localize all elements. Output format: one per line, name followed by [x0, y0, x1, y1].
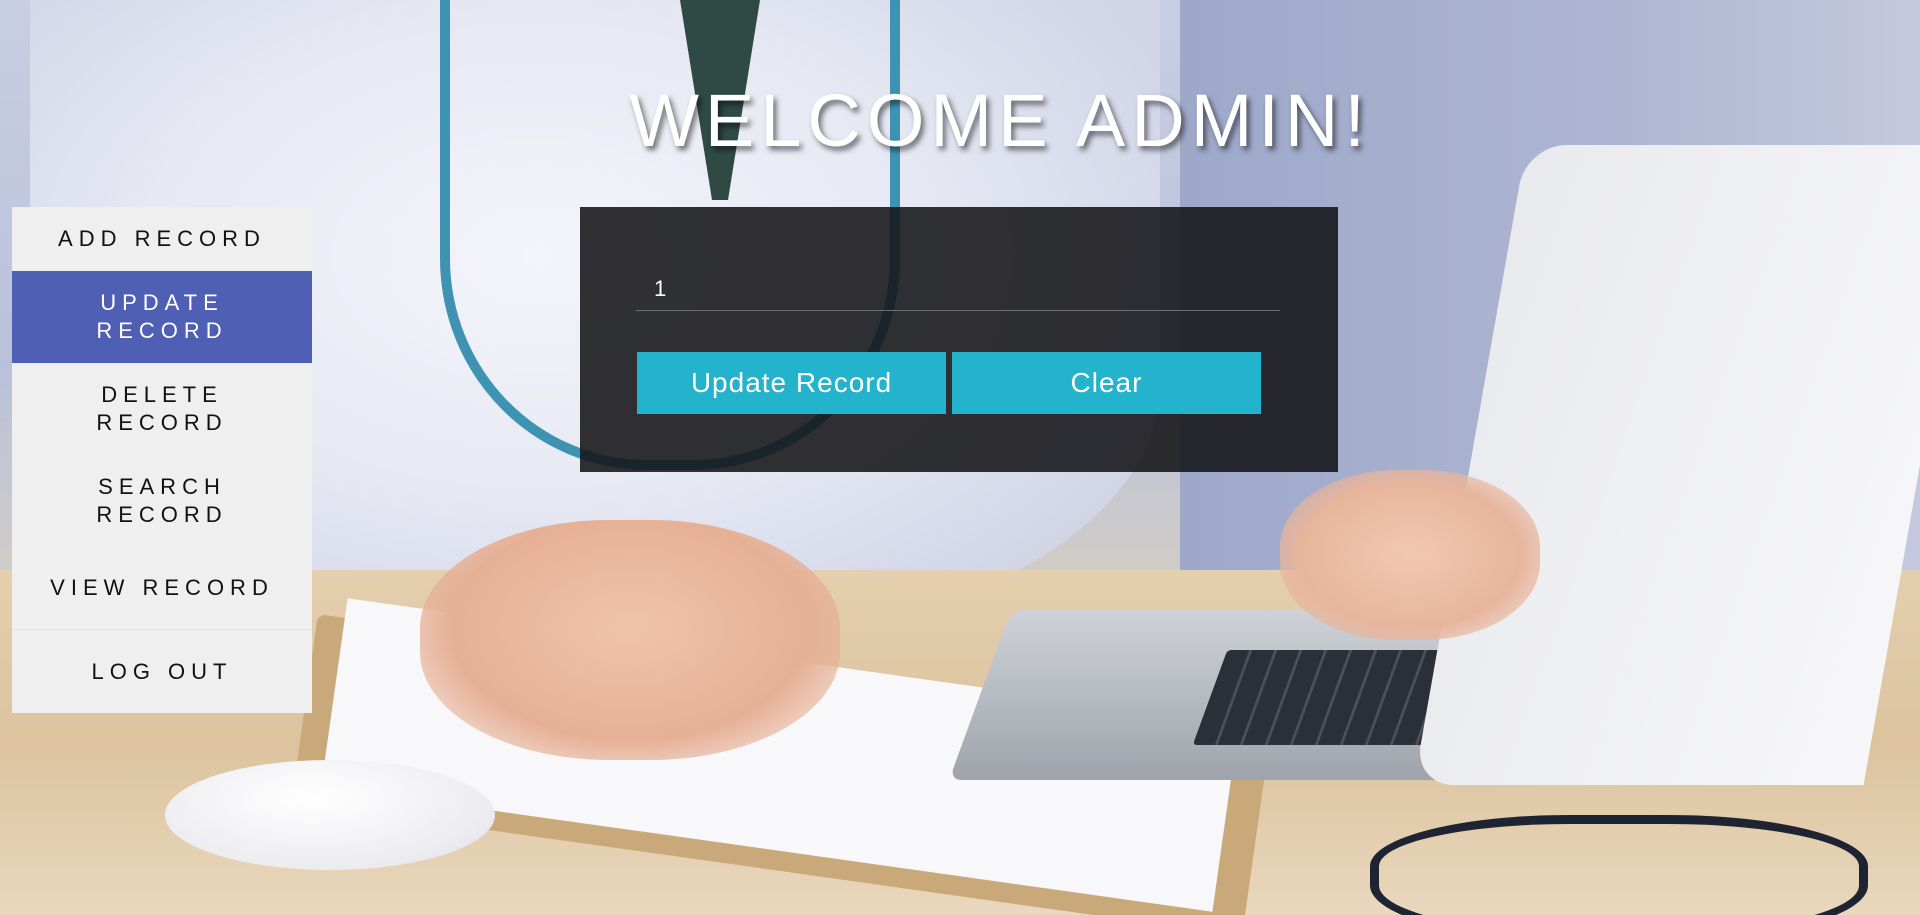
sidebar-item-add-record[interactable]: ADD RECORD [12, 207, 312, 271]
page-title: WELCOME ADMIN! [629, 79, 1371, 162]
sidebar-item-label: SEARCH RECORD [96, 474, 228, 527]
sidebar-item-search-record[interactable]: SEARCH RECORD [12, 455, 312, 547]
sidebar-item-delete-record[interactable]: DELETE RECORD [12, 363, 312, 455]
sidebar-item-view-record[interactable]: VIEW RECORD [12, 547, 312, 630]
sidebar-item-label: LOG OUT [91, 658, 233, 684]
sidebar-item-label: DELETE RECORD [96, 382, 228, 435]
update-record-form: Update Record Clear [580, 207, 1338, 472]
writing-hand [420, 520, 840, 760]
typing-hand [1280, 470, 1540, 640]
computer-mouse [165, 760, 495, 870]
update-record-button[interactable]: Update Record [637, 352, 946, 414]
sidebar-item-label: VIEW RECORD [50, 575, 274, 600]
sidebar-nav: ADD RECORD UPDATE RECORD DELETE RECORD S… [12, 207, 312, 713]
sidebar-item-log-out[interactable]: LOG OUT [12, 630, 312, 713]
clear-button[interactable]: Clear [952, 352, 1261, 414]
sidebar-item-label: ADD RECORD [58, 226, 266, 251]
eyeglasses [1370, 815, 1868, 915]
sidebar-item-label: UPDATE RECORD [96, 290, 228, 343]
record-id-input[interactable] [636, 267, 1280, 311]
admin-page: WELCOME ADMIN! ADD RECORD UPDATE RECORD … [0, 0, 1920, 915]
sidebar-item-update-record[interactable]: UPDATE RECORD [12, 271, 312, 363]
